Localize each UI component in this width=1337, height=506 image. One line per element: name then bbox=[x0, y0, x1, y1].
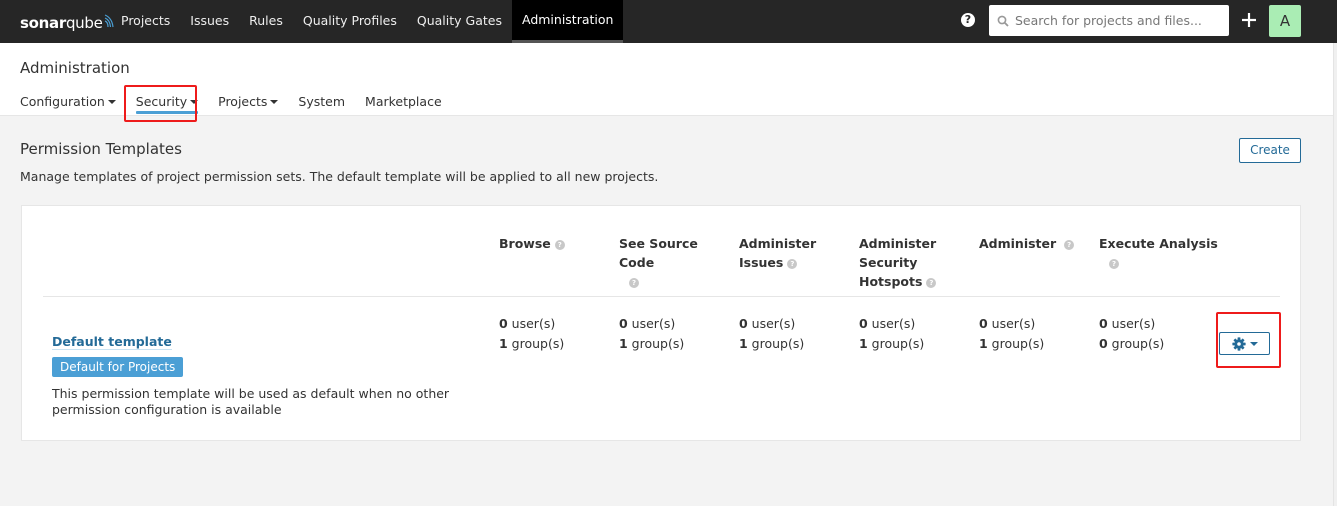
global-search[interactable] bbox=[989, 5, 1229, 36]
template-description: This permission template will be used as… bbox=[52, 386, 450, 417]
column-header-administer-issues: Administer Issues? bbox=[739, 234, 819, 272]
page-title: Permission Templates bbox=[20, 140, 182, 158]
column-header-see-source-code: See Source Code? bbox=[619, 234, 729, 291]
nav-projects[interactable]: Projects bbox=[111, 0, 180, 43]
permission-cell-administer-security-hotspots: 0 user(s) 1 group(s) bbox=[859, 314, 924, 354]
help-icon[interactable]: ? bbox=[629, 278, 639, 288]
users-count: 0 bbox=[859, 316, 868, 331]
tab-projects[interactable]: Projects bbox=[218, 94, 279, 109]
admin-title: Administration bbox=[20, 59, 130, 77]
groups-count: 1 bbox=[859, 336, 868, 351]
create-button[interactable]: Create bbox=[1239, 138, 1301, 163]
caret-down-icon bbox=[107, 100, 116, 104]
groups-count: 1 bbox=[739, 336, 748, 351]
groups-label: group(s) bbox=[747, 336, 805, 351]
users-label: user(s) bbox=[507, 316, 556, 331]
permission-templates-table: Browse? See Source Code? Administer Issu… bbox=[21, 205, 1301, 441]
groups-count: 1 bbox=[619, 336, 628, 351]
gear-icon bbox=[1231, 336, 1246, 351]
column-header-administer-security-hotspots: Administer Security Hotspots? bbox=[859, 234, 939, 291]
nav-issues[interactable]: Issues bbox=[180, 0, 239, 43]
groups-count: 0 bbox=[1099, 336, 1108, 351]
admin-header: Administration Configuration Security Pr… bbox=[0, 43, 1333, 116]
tab-system[interactable]: System bbox=[298, 94, 345, 109]
column-header-administer: Administer? bbox=[979, 234, 1089, 253]
groups-count: 1 bbox=[979, 336, 988, 351]
help-icon[interactable]: ? bbox=[1064, 240, 1075, 250]
help-icon[interactable]: ? bbox=[926, 278, 937, 288]
tab-label: Configuration bbox=[20, 94, 105, 109]
page-description: Manage templates of project permission s… bbox=[20, 169, 659, 184]
caret-down-icon bbox=[270, 100, 279, 104]
top-navbar: sonar qube Projects Issues Rules Quality … bbox=[0, 0, 1337, 43]
nav-quality-gates[interactable]: Quality Gates bbox=[407, 0, 512, 43]
column-label: Administer Issues bbox=[739, 236, 817, 270]
users-label: user(s) bbox=[627, 316, 676, 331]
tab-label: Marketplace bbox=[365, 94, 442, 109]
sonarqube-logo[interactable]: sonar qube bbox=[20, 12, 114, 32]
groups-label: group(s) bbox=[507, 336, 565, 351]
search-icon bbox=[997, 15, 1009, 27]
default-for-projects-badge: Default for Projects bbox=[52, 357, 184, 377]
users-count: 0 bbox=[499, 316, 508, 331]
vertical-scrollbar[interactable] bbox=[1333, 43, 1337, 506]
plus-icon[interactable] bbox=[1240, 9, 1258, 31]
users-count: 0 bbox=[739, 316, 748, 331]
help-icon[interactable]: ? bbox=[554, 240, 565, 250]
template-name-link[interactable]: Default template bbox=[52, 334, 172, 350]
users-label: user(s) bbox=[867, 316, 916, 331]
users-count: 0 bbox=[979, 316, 988, 331]
users-label: user(s) bbox=[747, 316, 796, 331]
tab-label: Security bbox=[135, 94, 188, 109]
users-label: user(s) bbox=[1107, 316, 1156, 331]
users-label: user(s) bbox=[987, 316, 1036, 331]
help-icon[interactable]: ? bbox=[1109, 259, 1119, 269]
admin-tabs: Configuration Security Projects System M… bbox=[20, 94, 462, 114]
caret-down-icon bbox=[190, 100, 199, 104]
logo-text-bold: sonar bbox=[20, 14, 66, 32]
permission-cell-execute-analysis: 0 user(s) 0 group(s) bbox=[1099, 314, 1164, 354]
groups-label: group(s) bbox=[1107, 336, 1165, 351]
groups-label: group(s) bbox=[627, 336, 685, 351]
column-label: Browse bbox=[499, 236, 551, 251]
permission-cell-see-source-code: 0 user(s) 1 group(s) bbox=[619, 314, 684, 354]
groups-label: group(s) bbox=[867, 336, 925, 351]
users-count: 0 bbox=[1099, 316, 1108, 331]
template-actions-dropdown-button[interactable] bbox=[1219, 332, 1270, 355]
permission-cell-administer-issues: 0 user(s) 1 group(s) bbox=[739, 314, 804, 354]
permission-cell-browse: 0 user(s) 1 group(s) bbox=[499, 314, 564, 354]
column-label: See Source Code bbox=[619, 236, 698, 270]
tab-label: Projects bbox=[218, 94, 268, 109]
groups-label: group(s) bbox=[987, 336, 1045, 351]
users-count: 0 bbox=[619, 316, 628, 331]
help-icon[interactable]: ? bbox=[961, 13, 975, 27]
search-input[interactable] bbox=[1015, 13, 1215, 28]
tab-label: System bbox=[298, 94, 346, 109]
groups-count: 1 bbox=[499, 336, 508, 351]
column-header-browse: Browse? bbox=[499, 234, 609, 253]
column-header-execute-analysis: Execute Analysis? bbox=[1099, 234, 1219, 272]
column-label: Administer Security Hotspots bbox=[859, 236, 937, 289]
logo-text-light: qube bbox=[65, 14, 103, 32]
user-avatar[interactable]: A bbox=[1269, 5, 1301, 37]
main-nav: Projects Issues Rules Quality Profiles Q… bbox=[111, 0, 624, 43]
tab-security[interactable]: Security bbox=[135, 94, 199, 114]
permission-cell-administer: 0 user(s) 1 group(s) bbox=[979, 314, 1044, 354]
caret-down-icon bbox=[1249, 341, 1258, 346]
nav-rules[interactable]: Rules bbox=[239, 0, 293, 43]
nav-quality-profiles[interactable]: Quality Profiles bbox=[293, 0, 407, 43]
column-label: Execute Analysis bbox=[1099, 236, 1218, 251]
nav-administration[interactable]: Administration bbox=[511, 0, 624, 43]
tab-configuration[interactable]: Configuration bbox=[20, 94, 116, 109]
column-label: Administer bbox=[979, 236, 1057, 251]
table-header-divider bbox=[43, 296, 1280, 297]
help-icon[interactable]: ? bbox=[787, 259, 798, 269]
tab-marketplace[interactable]: Marketplace bbox=[365, 94, 442, 109]
